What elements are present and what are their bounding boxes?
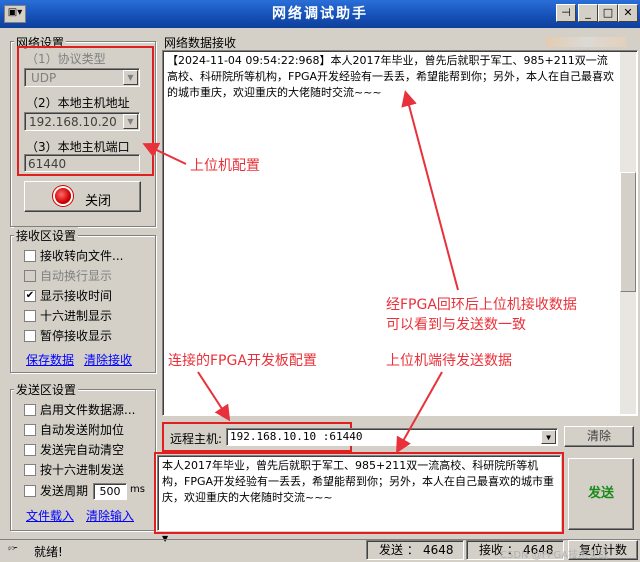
arrow-host-config	[142, 142, 187, 165]
arrow-pending-send	[396, 371, 443, 454]
arrow-fpga-board	[197, 371, 231, 422]
annotation-arrows	[142, 90, 459, 454]
arrow-receive-data	[401, 90, 459, 291]
